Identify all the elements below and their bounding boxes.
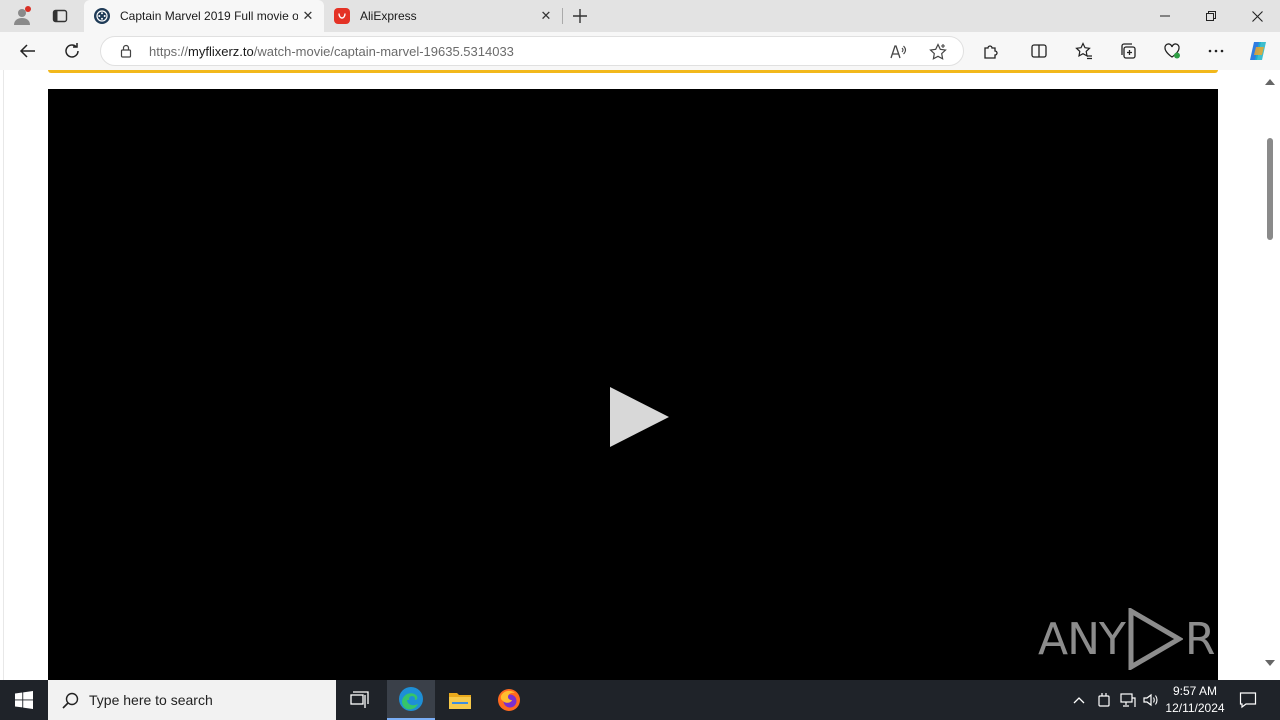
network-icon — [1120, 693, 1136, 707]
anyrun-watermark: ANY RUN — [1038, 608, 1279, 670]
copilot-button[interactable] — [1243, 36, 1273, 66]
tab-title: Captain Marvel 2019 Full movie online — [120, 9, 298, 23]
favorite-star-icon[interactable] — [929, 43, 947, 61]
new-tab-button[interactable] — [566, 2, 594, 30]
favorites-button[interactable] — [1069, 36, 1099, 66]
clock-date: 12/11/2024 — [1165, 701, 1225, 715]
search-placeholder: Type here to search — [89, 692, 213, 708]
aliexpress-icon — [334, 8, 350, 24]
more-menu-button[interactable] — [1201, 36, 1231, 66]
restore-button[interactable] — [1188, 0, 1234, 32]
search-icon — [62, 692, 79, 709]
page-viewport: ANY RUN — [0, 70, 1280, 680]
usb-device-icon — [1098, 693, 1110, 707]
tab-title: AliExpress — [360, 9, 417, 23]
tab-bar: Captain Marvel 2019 Full movie online ✕ … — [0, 0, 1280, 32]
taskbar-clock[interactable]: 9:57 AM 12/11/2024 — [1160, 683, 1230, 717]
taskbar-search-box[interactable]: Type here to search — [48, 680, 336, 720]
copilot-icon — [1250, 42, 1266, 60]
chevron-up-icon — [1073, 697, 1085, 704]
start-button[interactable] — [0, 680, 48, 720]
close-icon[interactable]: ✕ — [298, 6, 318, 26]
url-scheme: https:// — [149, 44, 189, 59]
split-screen-icon — [1031, 44, 1047, 58]
tab-actions-icon — [52, 9, 68, 23]
minimize-button[interactable] — [1142, 0, 1188, 32]
scrollbar-thumb[interactable] — [1267, 138, 1273, 240]
minimize-icon — [1160, 15, 1170, 17]
url-path: /watch-movie/captain-marvel-19635.531403… — [253, 44, 514, 59]
extensions-button[interactable] — [976, 36, 1006, 66]
back-button[interactable] — [13, 36, 43, 66]
refresh-icon — [65, 43, 79, 58]
film-reel-icon — [94, 8, 110, 24]
scroll-up-icon[interactable] — [1265, 78, 1275, 86]
notification-icon — [1239, 692, 1257, 709]
task-view-icon — [350, 691, 369, 708]
watermark-left: ANY — [1038, 613, 1126, 665]
tab-captain-marvel[interactable]: Captain Marvel 2019 Full movie online ✕ — [84, 0, 324, 32]
address-bar[interactable]: https://myflixerz.to/watch-movie/captain… — [100, 36, 964, 66]
play-logo-icon — [1128, 608, 1183, 670]
profile-icon — [14, 6, 31, 25]
close-icon[interactable]: ✕ — [536, 6, 556, 26]
notification-center-button[interactable] — [1230, 680, 1266, 720]
restore-icon — [1206, 11, 1216, 21]
refresh-button[interactable] — [57, 36, 87, 66]
read-aloud-icon[interactable] — [889, 43, 907, 61]
show-hidden-icons-button[interactable] — [1066, 680, 1092, 720]
tray-volume-button[interactable] — [1140, 680, 1162, 720]
clock-time: 9:57 AM — [1172, 684, 1218, 698]
tab-separator — [562, 8, 563, 24]
heart-pulse-icon — [1164, 43, 1180, 59]
profile-button[interactable] — [6, 2, 38, 30]
url-host: myflixerz.to — [188, 44, 254, 59]
taskbar-firefox-button[interactable] — [485, 680, 533, 720]
split-screen-button[interactable] — [1024, 36, 1054, 66]
scroll-down-icon[interactable] — [1265, 659, 1275, 667]
speaker-icon — [1143, 693, 1158, 707]
firefox-icon — [498, 689, 520, 711]
tray-network-button[interactable] — [1116, 680, 1140, 720]
collections-icon — [1121, 43, 1136, 59]
back-arrow-icon — [19, 44, 35, 58]
windows-logo-icon — [15, 691, 33, 709]
plus-icon — [573, 9, 587, 23]
video-player[interactable] — [48, 89, 1218, 680]
puzzle-icon — [984, 45, 998, 59]
tab-aliexpress[interactable]: AliExpress ✕ — [324, 0, 562, 32]
edge-browser-icon — [399, 687, 423, 711]
url-text[interactable]: https://myflixerz.to/watch-movie/captain… — [149, 44, 514, 59]
collections-button[interactable] — [1113, 36, 1143, 66]
play-icon[interactable] — [608, 386, 672, 448]
browser-essentials-button[interactable] — [1157, 36, 1187, 66]
tray-device-button[interactable] — [1092, 680, 1116, 720]
page-scrollbar[interactable] — [1260, 70, 1280, 680]
folder-icon — [449, 693, 471, 709]
lock-icon[interactable] — [119, 44, 133, 58]
tab-actions-button[interactable] — [46, 2, 74, 30]
more-dots-icon — [1208, 49, 1224, 53]
favorites-star-icon — [1075, 42, 1092, 60]
windows-taskbar: Type here to search 9:57 AM 12/11/2024 — [0, 680, 1280, 720]
taskbar-file-explorer-button[interactable] — [436, 680, 484, 720]
header-accent-line — [48, 70, 1218, 73]
taskbar-edge-button[interactable] — [387, 680, 435, 720]
page-left-edge — [3, 70, 4, 680]
close-icon — [1251, 10, 1263, 22]
close-window-button[interactable] — [1234, 0, 1280, 32]
task-view-button[interactable] — [336, 680, 384, 720]
